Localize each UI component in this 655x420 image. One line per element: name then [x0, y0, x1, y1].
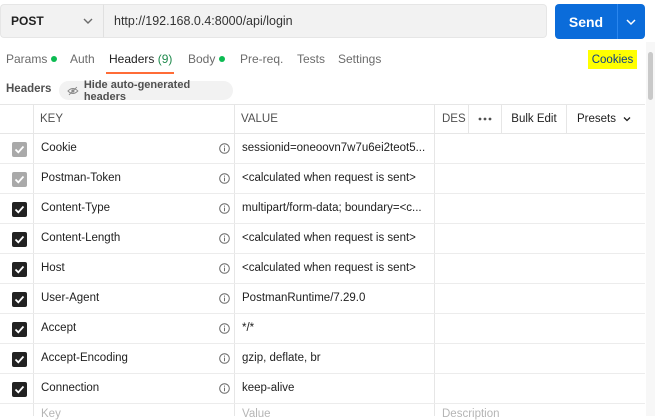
- headers-section-title: Headers: [6, 83, 52, 95]
- eye-off-icon: [67, 86, 79, 95]
- chevron-down-icon: [83, 18, 93, 24]
- header-value[interactable]: PostmanRuntime/7.29.0: [242, 292, 430, 304]
- method-label: POST: [11, 14, 44, 28]
- column-header-value: VALUE: [241, 113, 278, 125]
- info-icon[interactable]: [219, 233, 230, 244]
- checkmark-icon: [14, 385, 25, 394]
- ellipsis-icon: [478, 117, 492, 121]
- tab-pre-request[interactable]: Pre-req.: [240, 52, 283, 70]
- header-key[interactable]: Accept: [41, 322, 76, 334]
- tab-body-label: Body: [188, 52, 216, 66]
- new-description-placeholder[interactable]: Description: [442, 408, 500, 420]
- url-text: http://192.168.0.4:8000/api/login: [114, 14, 293, 28]
- header-key[interactable]: Cookie: [41, 142, 77, 154]
- row-checkbox[interactable]: [12, 352, 27, 367]
- checkmark-icon: [14, 265, 25, 274]
- tab-pre-request-label: Pre-req.: [240, 52, 284, 66]
- header-value[interactable]: <calculated when request is sent>: [242, 172, 430, 184]
- tab-headers-count: (9): [157, 52, 173, 66]
- tab-headers-label: Headers: [109, 52, 155, 66]
- info-icon[interactable]: [219, 173, 230, 184]
- chevron-down-icon: [623, 117, 631, 122]
- checkmark-icon: [14, 325, 25, 334]
- header-key[interactable]: Postman-Token: [41, 172, 121, 184]
- header-value[interactable]: sessionid=oneoovn7w7u6ei2teot5...: [242, 142, 430, 154]
- new-key-placeholder[interactable]: Key: [41, 408, 61, 420]
- tab-tests-label: Tests: [297, 52, 326, 66]
- send-divider: [617, 4, 618, 39]
- header-value[interactable]: gzip, deflate, br: [242, 352, 430, 364]
- info-icon[interactable]: [219, 353, 230, 364]
- scrollbar-thumb[interactable]: [648, 52, 653, 100]
- column-header-key: KEY: [40, 113, 64, 125]
- header-value[interactable]: */*: [242, 322, 430, 334]
- header-key[interactable]: Content-Type: [41, 202, 110, 214]
- header-key[interactable]: Accept-Encoding: [41, 352, 128, 364]
- header-key[interactable]: Connection: [41, 382, 99, 394]
- info-icon[interactable]: [219, 323, 230, 334]
- column-header-description: DESCRIPTION: [442, 113, 466, 125]
- header-key[interactable]: Host: [41, 262, 65, 274]
- method-select[interactable]: POST: [0, 4, 103, 38]
- row-checkbox: [12, 172, 27, 187]
- header-key[interactable]: Content-Length: [41, 232, 120, 244]
- checkmark-icon: [14, 355, 25, 364]
- new-value-placeholder[interactable]: Value: [242, 408, 271, 420]
- info-icon[interactable]: [219, 383, 230, 394]
- tab-settings[interactable]: Settings: [338, 52, 381, 70]
- info-icon[interactable]: [219, 143, 230, 154]
- header-value[interactable]: <calculated when request is sent>: [242, 232, 430, 244]
- info-icon[interactable]: [219, 203, 230, 214]
- checkmark-icon: [14, 205, 25, 214]
- row-checkbox: [12, 142, 27, 157]
- row-checkbox[interactable]: [12, 322, 27, 337]
- row-checkbox[interactable]: [12, 202, 27, 217]
- row-checkbox[interactable]: [12, 382, 27, 397]
- tab-body[interactable]: Body: [188, 52, 226, 70]
- active-tab-underline: [106, 72, 174, 74]
- tab-auth-label: Auth: [70, 52, 95, 66]
- bulk-edit-button[interactable]: Bulk Edit: [501, 104, 566, 134]
- row-checkbox[interactable]: [12, 262, 27, 277]
- header-value[interactable]: <calculated when request is sent>: [242, 262, 430, 274]
- chevron-down-icon[interactable]: [624, 15, 638, 29]
- info-icon[interactable]: [219, 263, 230, 274]
- url-input[interactable]: http://192.168.0.4:8000/api/login: [103, 4, 547, 38]
- header-key[interactable]: User-Agent: [41, 292, 99, 304]
- row-checkbox[interactable]: [12, 232, 27, 247]
- presets-label: Presets: [577, 113, 616, 125]
- hide-auto-generated-button[interactable]: Hide auto-generated headers: [59, 78, 233, 103]
- more-options-button[interactable]: [468, 104, 501, 134]
- tab-params[interactable]: Params: [6, 52, 58, 70]
- row-checkbox[interactable]: [12, 292, 27, 307]
- tab-settings-label: Settings: [338, 52, 382, 66]
- tab-params-label: Params: [6, 52, 48, 66]
- send-button[interactable]: Send: [555, 4, 645, 39]
- tab-tests[interactable]: Tests: [297, 52, 325, 70]
- params-status-dot: [51, 55, 58, 62]
- tab-headers[interactable]: Headers (9): [109, 52, 172, 70]
- checkmark-icon: [14, 145, 25, 154]
- checkmark-icon: [14, 295, 25, 304]
- checkmark-icon: [14, 235, 25, 244]
- hide-auto-generated-label: Hide auto-generated headers: [83, 78, 191, 103]
- body-status-dot: [219, 55, 226, 62]
- tab-auth[interactable]: Auth: [70, 52, 95, 70]
- send-label: Send: [568, 13, 604, 30]
- header-value[interactable]: multipart/form-data; boundary=<c...: [242, 202, 430, 214]
- header-value[interactable]: keep-alive: [242, 382, 430, 394]
- cookies-link[interactable]: Cookies: [588, 50, 637, 69]
- info-icon[interactable]: [219, 293, 230, 304]
- checkmark-icon: [14, 175, 25, 184]
- presets-dropdown[interactable]: Presets: [566, 104, 645, 134]
